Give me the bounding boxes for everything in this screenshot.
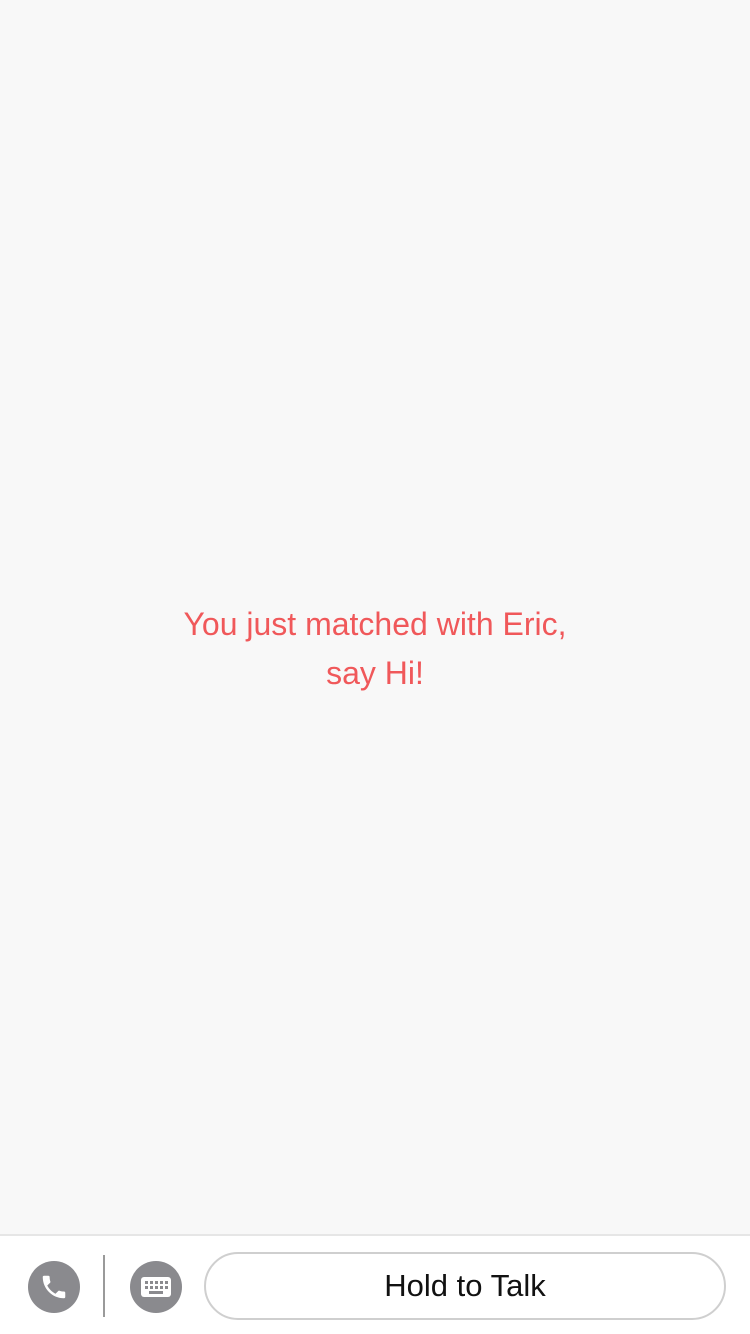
match-message: You just matched with Eric, say Hi!	[0, 600, 750, 698]
keyboard-icon	[141, 1277, 171, 1297]
hold-to-talk-button[interactable]: Hold to Talk	[204, 1252, 726, 1320]
keyboard-button[interactable]	[130, 1261, 182, 1313]
phone-icon	[42, 1275, 66, 1299]
chat-input-bar: Hold to Talk	[0, 1234, 750, 1334]
chat-screen: You just matched with Eric, say Hi! Hold…	[0, 0, 750, 1334]
match-message-line1: You just matched with Eric,	[183, 606, 567, 642]
chat-message-area[interactable]: You just matched with Eric, say Hi!	[0, 0, 750, 1234]
input-bar-divider	[103, 1255, 105, 1317]
call-button[interactable]	[28, 1261, 80, 1313]
match-message-line2: say Hi!	[326, 655, 424, 691]
